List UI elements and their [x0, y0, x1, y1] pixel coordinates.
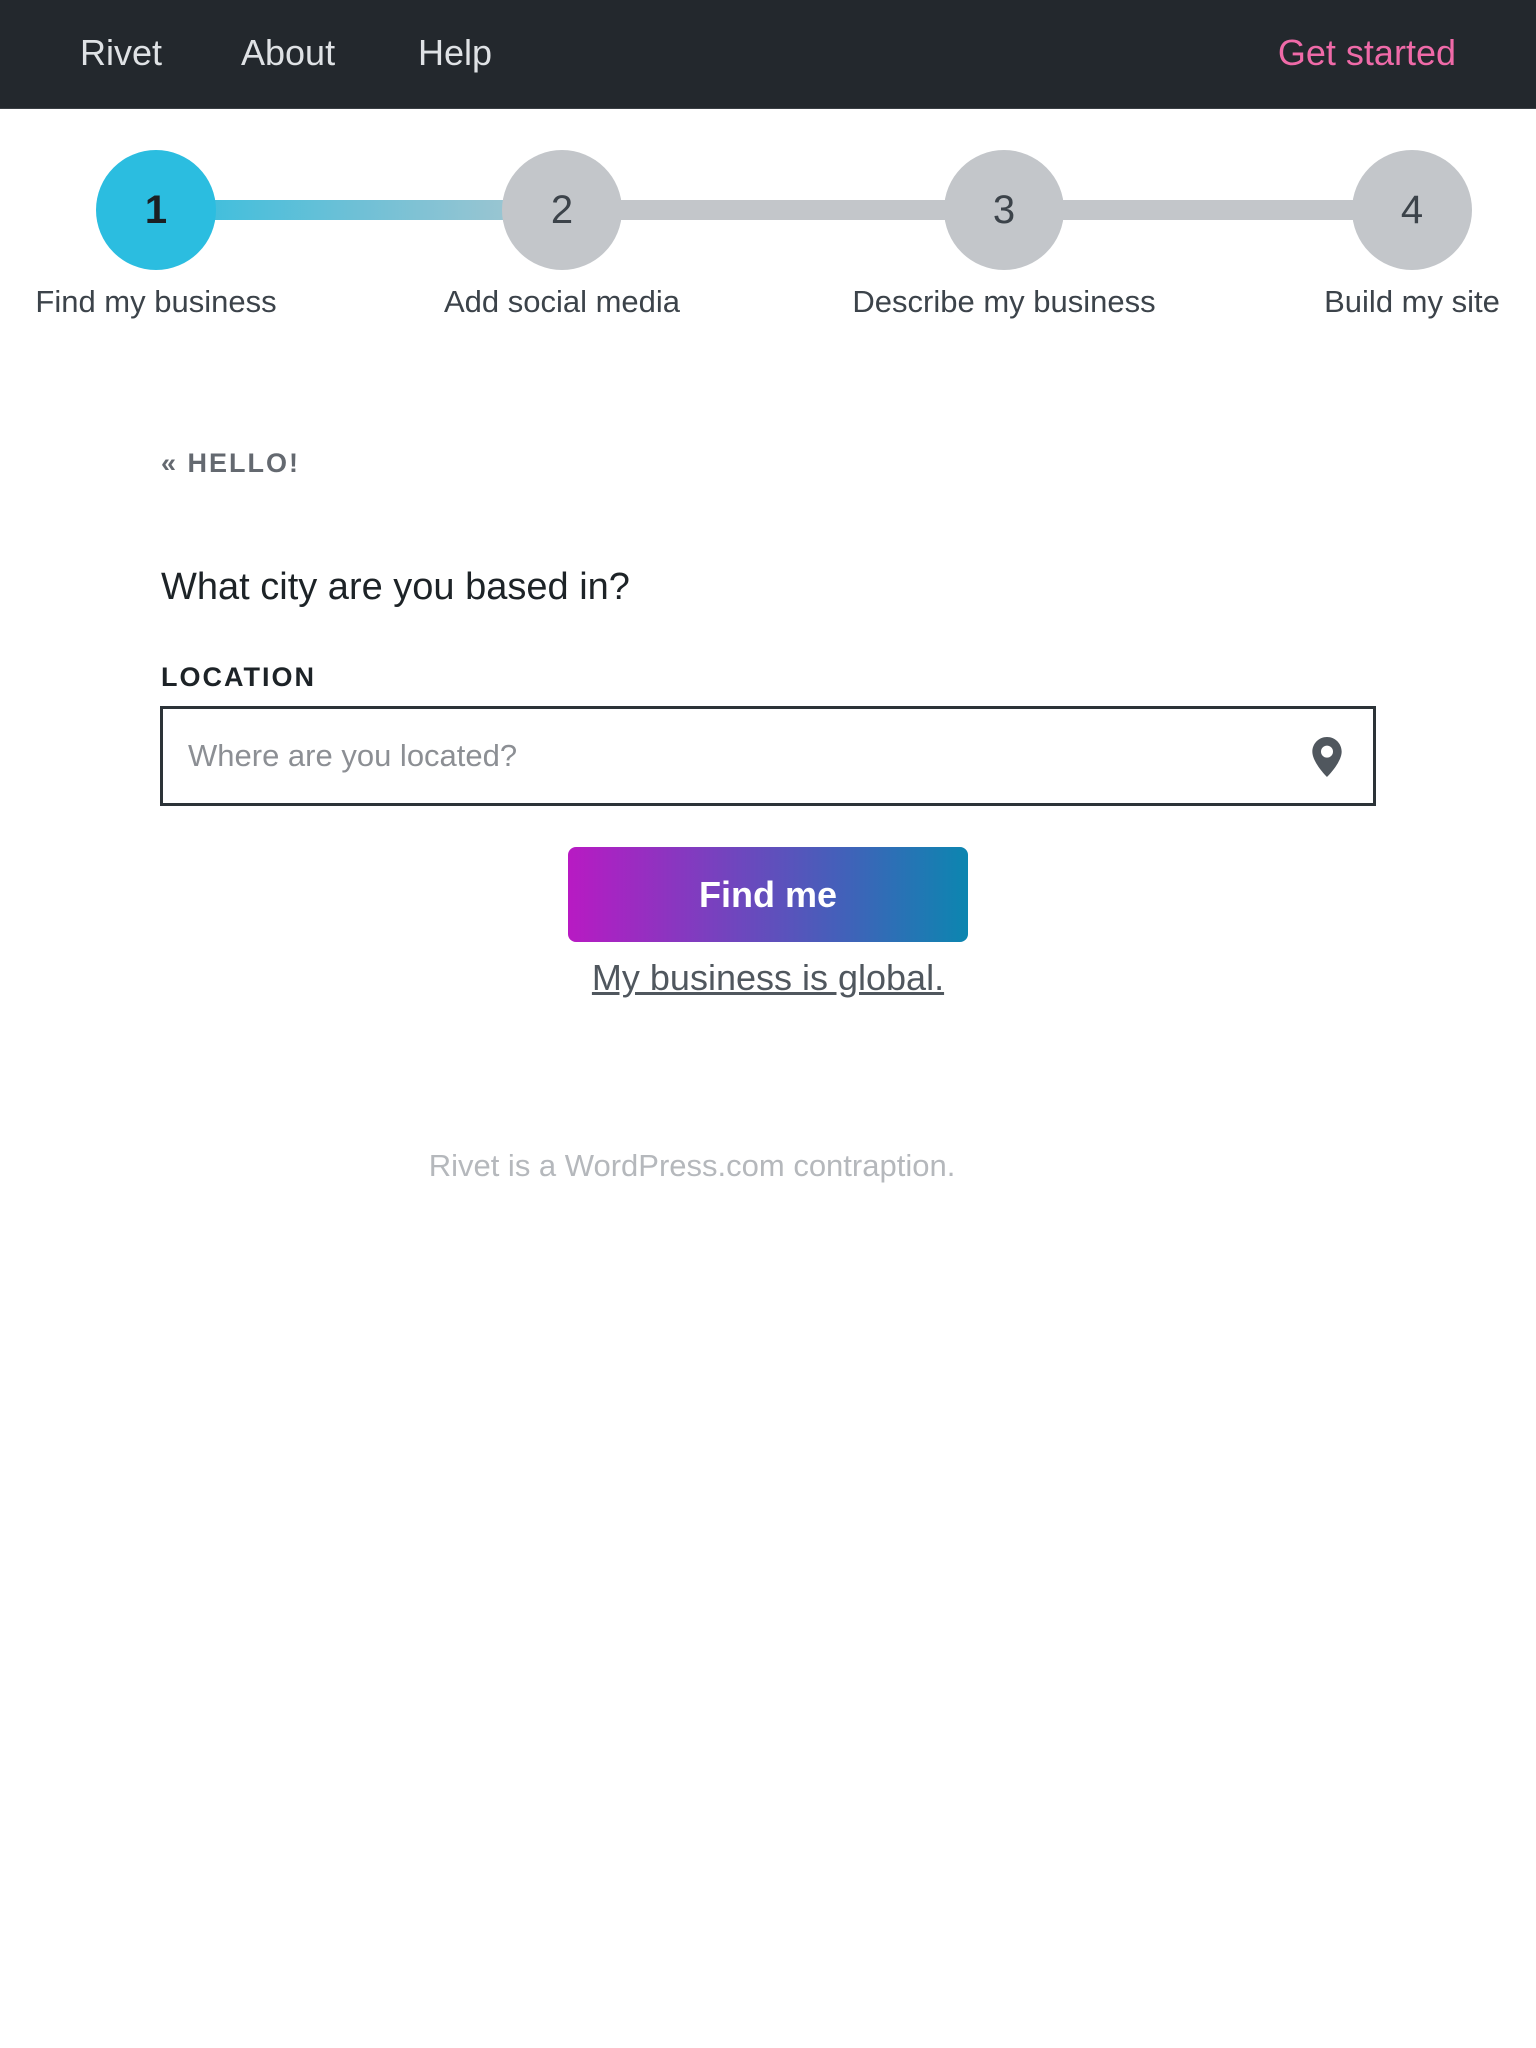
- get-started-link[interactable]: Get started: [1278, 0, 1456, 108]
- nav-about-link[interactable]: About: [241, 0, 335, 108]
- location-input[interactable]: [188, 709, 1288, 803]
- step-4-label: Build my site: [1324, 284, 1500, 319]
- footer-note: Rivet is a WordPress.com contraption.: [428, 1148, 956, 1183]
- find-me-button[interactable]: Find me: [568, 847, 968, 942]
- step-4-circle: 4: [1352, 150, 1472, 270]
- location-label: LOCATION: [161, 662, 316, 692]
- step-2-label: Add social media: [443, 284, 681, 319]
- step-3-label: Describe my business: [852, 284, 1156, 319]
- nav-help-link[interactable]: Help: [418, 0, 492, 108]
- top-nav-bar: Rivet About Help Get started: [0, 0, 1536, 109]
- step-1-label: Find my business: [35, 284, 277, 319]
- page-question: What city are you based in?: [161, 566, 630, 608]
- step-1-circle: 1: [96, 150, 216, 270]
- step-3-circle: 3: [944, 150, 1064, 270]
- stepper-track-completed: [155, 200, 562, 220]
- progress-stepper: 1 2 3 4 Find my business Add social medi…: [0, 109, 1536, 349]
- stepper-track: [1004, 200, 1412, 220]
- business-is-global-link[interactable]: My business is global.: [568, 957, 968, 999]
- back-link[interactable]: « HELLO!: [161, 448, 300, 479]
- step-2-circle: 2: [502, 150, 622, 270]
- stepper-track: [562, 200, 1004, 220]
- brand-link[interactable]: Rivet: [80, 0, 162, 108]
- location-field-wrapper: [160, 706, 1376, 806]
